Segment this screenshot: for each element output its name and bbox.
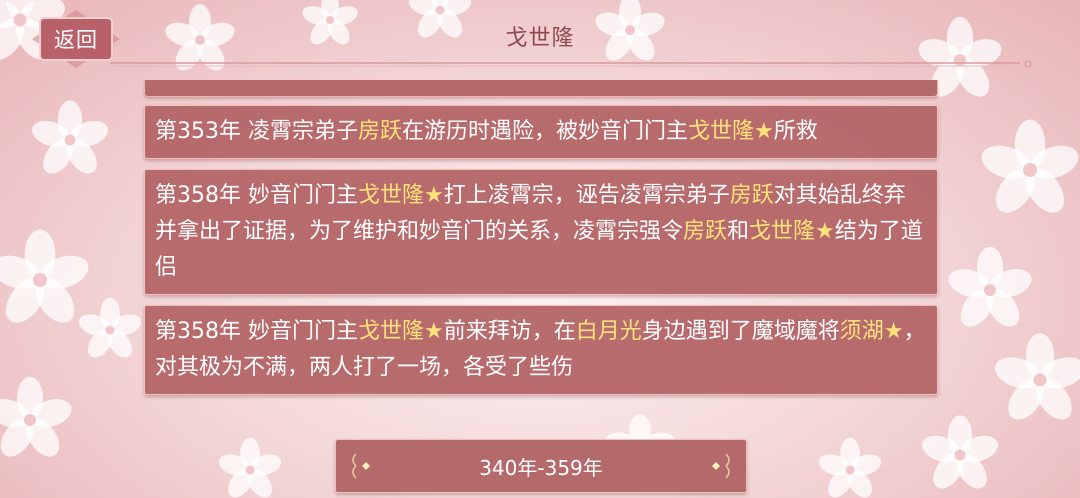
event-card: 第353年 凌霄宗弟子房跃在游历时遇险，被妙音门门主戈世隆★所救 (144, 105, 938, 159)
event-text: 第353年 凌霄宗弟子 (155, 119, 358, 144)
event-text: 前来拜访，在 (443, 319, 576, 344)
highlighted-name: 戈世隆★ (688, 119, 774, 144)
event-card: 第358年 妙音门门主戈世隆★打上凌霄宗，诬告凌霄宗弟子房跃对其始乱终弃并拿出了… (144, 169, 938, 295)
previous-event-card-partial (144, 80, 938, 97)
highlighted-name: 戈世隆★ (749, 219, 835, 244)
event-card: 第358年 妙音门门主戈世隆★前来拜访，在白月光身边遇到了魔域魔将须湖★，对其极… (144, 305, 938, 395)
event-text: 身边遇到了魔域魔将 (641, 319, 840, 344)
event-list[interactable]: 第353年 凌霄宗弟子房跃在游历时遇险，被妙音门门主戈世隆★所救 第358年 妙音… (144, 105, 938, 405)
highlighted-name: 房跃 (358, 119, 403, 144)
right-ornament-icon (712, 453, 730, 479)
highlighted-name: 房跃 (729, 183, 774, 208)
highlighted-name: 白月光 (575, 319, 642, 344)
highlighted-name: 戈世隆★ (358, 183, 444, 208)
event-text: 打上凌霄宗，诬告凌霄宗弟子 (443, 183, 730, 208)
event-text: 第358年 妙音门门主 (155, 183, 358, 208)
header-divider (110, 60, 1032, 68)
event-text: 和 (727, 219, 750, 244)
highlighted-name: 房跃 (683, 219, 728, 244)
page-title: 戈世隆 (505, 26, 575, 51)
highlighted-name: 须湖★ (839, 319, 904, 344)
left-ornament-icon (352, 453, 370, 479)
era-range-label: 340年-359年 (479, 455, 603, 480)
era-selector-button[interactable]: 340年-359年 (335, 439, 747, 493)
highlighted-name: 戈世隆★ (358, 319, 444, 344)
event-text: 第358年 妙音门门主 (155, 319, 358, 344)
event-text: 在游历时遇险，被妙音门门主 (402, 119, 689, 144)
event-text: 所救 (773, 119, 818, 144)
header-bar: 返回 戈世隆 (0, 0, 1080, 70)
